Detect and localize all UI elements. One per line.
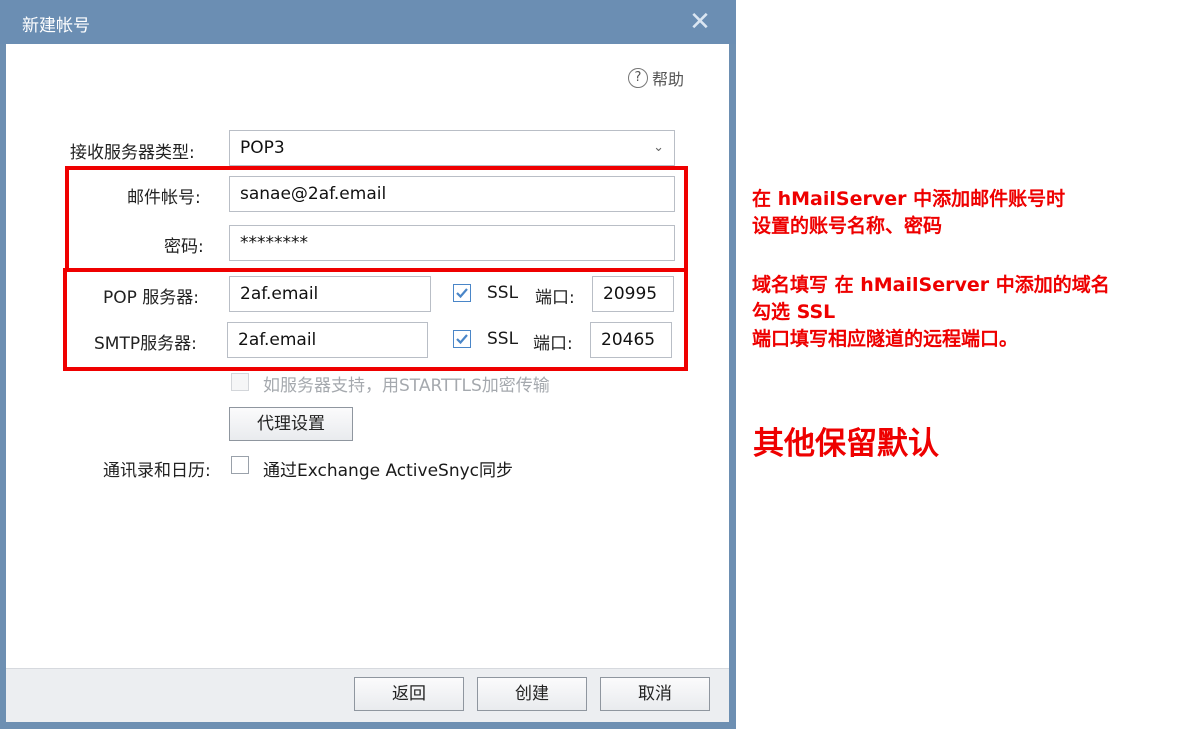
help-link[interactable]: ? 帮助 xyxy=(628,66,684,90)
starttls-checkbox[interactable] xyxy=(231,373,249,391)
annotation-server: 域名填写 在 hMailServer 中添加的域名 勾选 SSL 端口填写相应隧… xyxy=(752,272,1110,353)
dialog-titlebar: 新建帐号 ✕ xyxy=(0,0,736,44)
exchange-sync-checkbox[interactable] xyxy=(231,456,249,474)
server-type-select[interactable]: POP3 ⌄ xyxy=(229,130,675,166)
dialog-title: 新建帐号 xyxy=(22,16,90,36)
server-type-label: 接收服务器类型: xyxy=(70,143,195,163)
proxy-settings-button[interactable]: 代理设置 xyxy=(229,407,353,441)
help-label: 帮助 xyxy=(652,70,685,89)
close-icon[interactable]: ✕ xyxy=(686,8,714,36)
cancel-button[interactable]: 取消 xyxy=(600,677,710,711)
help-icon: ? xyxy=(628,68,648,88)
server-type-value: POP3 xyxy=(240,138,285,158)
back-button[interactable]: 返回 xyxy=(354,677,464,711)
exchange-sync-label: 通过Exchange ActiveSnyc同步 xyxy=(263,461,514,481)
chevron-down-icon: ⌄ xyxy=(653,140,664,155)
annotation-server-line1: 域名填写 在 hMailServer 中添加的域名 xyxy=(752,274,1110,296)
annotation-server-line2: 勾选 SSL xyxy=(752,301,836,323)
contacts-label: 通讯录和日历: xyxy=(103,461,211,481)
annotation-defaults: 其他保留默认 xyxy=(753,426,939,462)
create-button[interactable]: 创建 xyxy=(477,677,587,711)
highlight-account-box xyxy=(65,166,688,272)
annotation-account-line1: 在 hMailServer 中添加邮件账号时 xyxy=(752,188,1066,210)
annotation-account: 在 hMailServer 中添加邮件账号时 设置的账号名称、密码 xyxy=(752,186,1065,240)
highlight-server-box xyxy=(63,268,688,371)
annotation-server-line3: 端口填写相应隧道的远程端口。 xyxy=(752,328,1019,350)
starttls-label: 如服务器支持，用STARTTLS加密传输 xyxy=(263,376,550,396)
annotation-account-line2: 设置的账号名称、密码 xyxy=(752,215,943,237)
